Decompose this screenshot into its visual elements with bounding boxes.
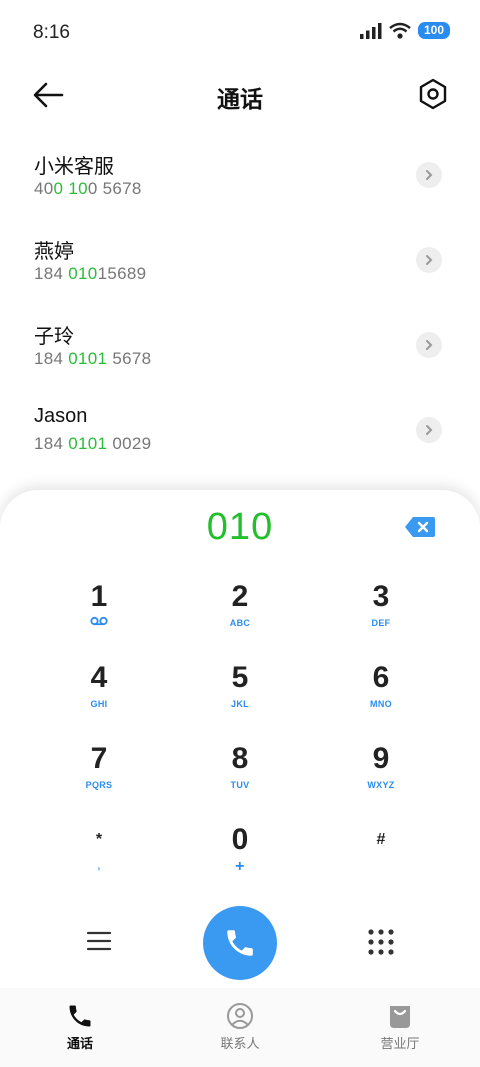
status-bar: 8:16 100 — [0, 0, 480, 66]
key-letters: DEF — [371, 618, 391, 628]
key-4[interactable]: 4 GHI — [29, 661, 169, 737]
voicemail-icon — [29, 616, 169, 630]
nav-item-calls[interactable]: 通话 — [0, 988, 160, 1067]
contact-list: 小米客服 400 100 5678 燕婷 184 01015689 子玲 184… — [0, 140, 480, 480]
contact-detail-button[interactable] — [416, 417, 442, 443]
status-icons: 100 — [359, 22, 450, 39]
key-star[interactable]: * , — [29, 823, 169, 899]
key-letters: PQRS — [85, 780, 113, 790]
key-digit: 1 — [90, 580, 108, 613]
contact-detail-button[interactable] — [416, 332, 442, 358]
contacts-icon — [227, 1003, 253, 1029]
key-letters: , — [97, 861, 101, 871]
key-9[interactable]: 9 WXYZ — [311, 742, 451, 818]
key-digit: 4 — [90, 661, 108, 694]
key-8[interactable]: 8 TUV — [170, 742, 310, 818]
contact-name: Jason — [34, 405, 88, 427]
header: 通话 — [0, 70, 480, 120]
key-1[interactable]: 1 — [29, 580, 169, 656]
nav-item-contacts[interactable]: 联系人 — [160, 988, 320, 1067]
phone-icon — [227, 930, 253, 956]
key-7[interactable]: 7 PQRS — [29, 742, 169, 818]
key-0[interactable]: 0 + — [170, 823, 310, 899]
contact-name: 燕婷 — [34, 241, 74, 263]
key-letters: MNO — [370, 699, 392, 709]
settings-hexagon-icon[interactable] — [416, 77, 450, 111]
page-title: 通话 — [217, 86, 263, 112]
status-time: 8:16 — [33, 22, 70, 43]
contact-row[interactable]: 小米客服 400 100 5678 — [0, 140, 480, 225]
key-3[interactable]: 3 DEF — [311, 580, 451, 656]
key-letters: ABC — [229, 618, 251, 628]
nav-label: 通话 — [66, 1036, 93, 1051]
shopping-bag-icon — [390, 1006, 410, 1028]
nav-item-store[interactable]: 营业厅 — [320, 988, 480, 1067]
key-hash[interactable]: # — [311, 823, 451, 899]
nav-label: 联系人 — [220, 1036, 260, 1051]
chevron-right-icon — [426, 425, 433, 435]
contact-detail-button[interactable] — [416, 162, 442, 188]
key-letters: + — [235, 858, 245, 875]
dialpad-toggle-icon[interactable] — [367, 928, 395, 956]
contact-name: 子玲 — [34, 326, 74, 348]
chevron-right-icon — [426, 255, 433, 265]
phone-icon — [69, 1005, 91, 1027]
contact-number: 184 01015689 — [34, 264, 147, 283]
contact-row[interactable]: Jason 184 0101 0029 — [0, 395, 480, 480]
chevron-right-icon — [426, 340, 433, 350]
key-letters: WXYZ — [367, 780, 395, 790]
dialer-actions — [0, 906, 480, 980]
key-letters: JKL — [231, 699, 249, 709]
contact-number: 184 0101 5678 — [34, 349, 152, 368]
key-digit: 5 — [231, 661, 249, 694]
key-digit: 0 — [231, 823, 249, 856]
contact-detail-button[interactable] — [416, 247, 442, 273]
key-digit: 2 — [231, 580, 249, 613]
wifi-icon — [389, 22, 411, 39]
key-letters: TUV — [230, 780, 250, 790]
contact-number: 400 100 5678 — [34, 179, 142, 198]
contact-number: 184 0101 0029 — [34, 434, 152, 453]
contact-row[interactable]: 燕婷 184 01015689 — [0, 225, 480, 310]
menu-icon[interactable] — [86, 928, 112, 954]
call-button[interactable] — [203, 906, 277, 980]
signal-icon — [359, 22, 382, 39]
contact-row[interactable]: 子玲 184 0101 5678 — [0, 310, 480, 395]
nav-label: 营业厅 — [380, 1036, 420, 1051]
key-5[interactable]: 5 JKL — [170, 661, 310, 737]
key-digit: * — [95, 831, 103, 848]
key-digit: # — [376, 831, 386, 848]
key-digit: 9 — [372, 742, 390, 775]
chevron-right-icon — [426, 170, 433, 180]
key-digit: 7 — [90, 742, 108, 775]
key-letters: GHI — [90, 699, 108, 709]
backspace-icon[interactable] — [404, 516, 436, 538]
key-digit: 8 — [231, 742, 249, 775]
key-digit: 3 — [372, 580, 390, 613]
key-2[interactable]: 2 ABC — [170, 580, 310, 656]
battery-indicator: 100 — [417, 22, 450, 39]
key-6[interactable]: 6 MNO — [311, 661, 451, 737]
bottom-nav: 通话 联系人 营业厅 — [0, 988, 480, 1067]
dial-panel: 010 1 2 ABC 3 DEF 4 GHI 5 JKL 6 MNO 7 PQ… — [0, 490, 480, 988]
key-digit: 6 — [372, 661, 390, 694]
contact-name: 小米客服 — [34, 156, 114, 178]
